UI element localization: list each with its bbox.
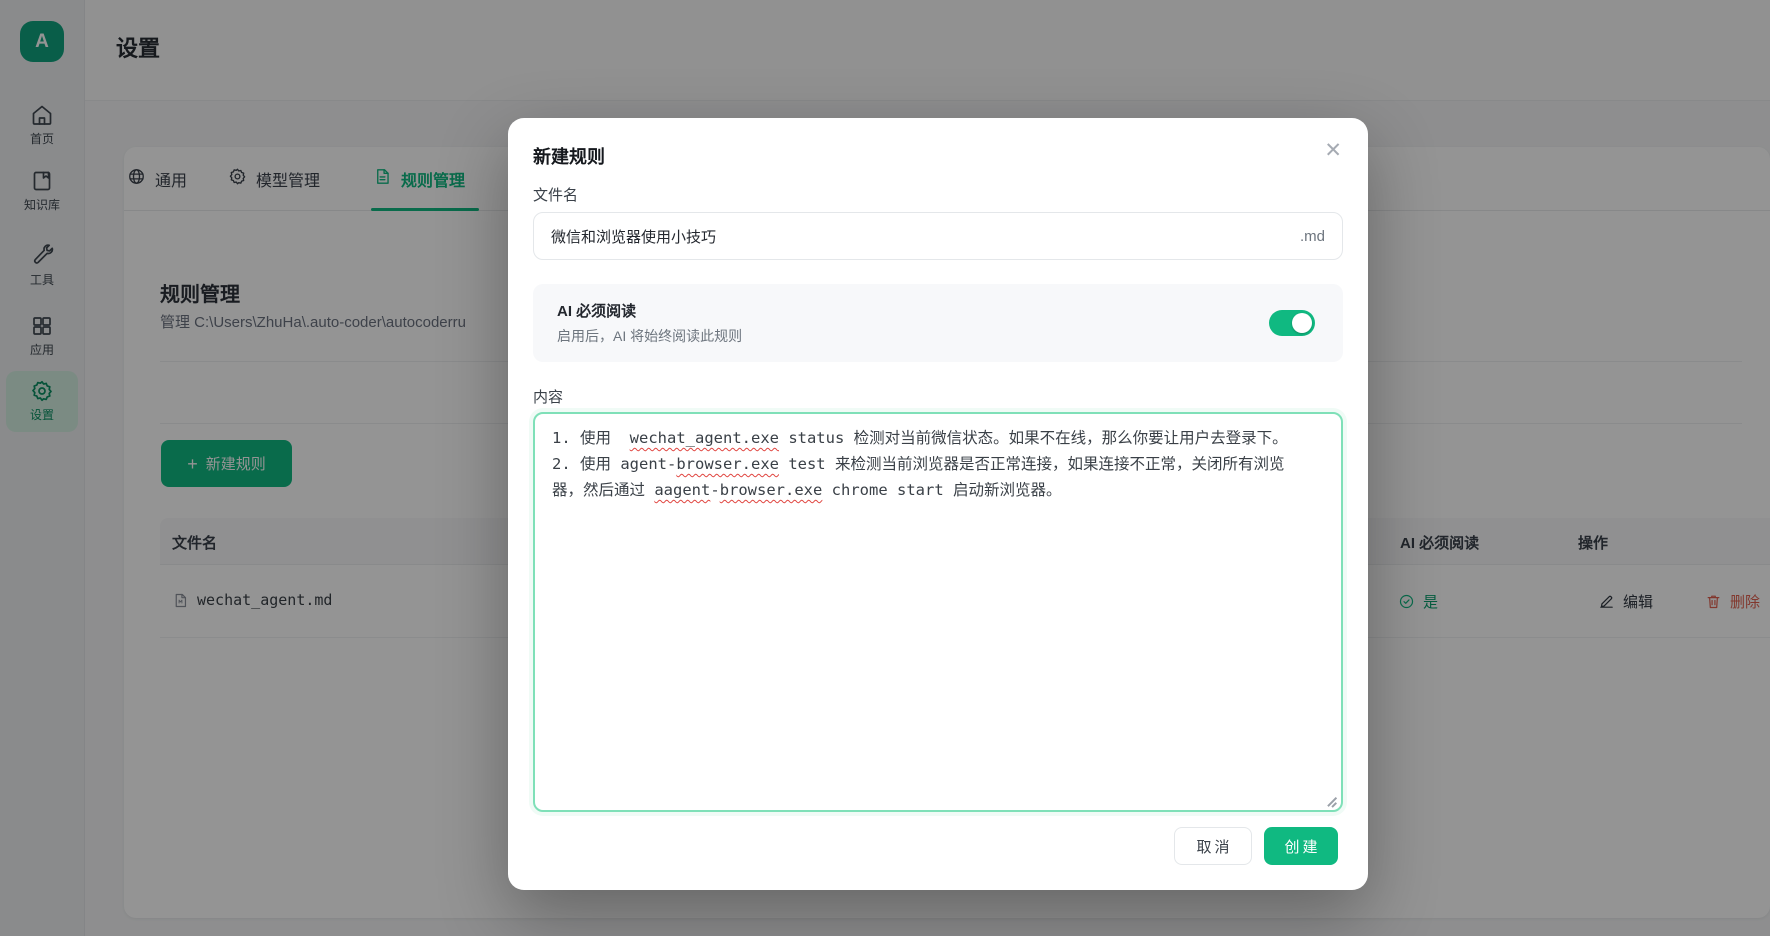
content-textarea[interactable]: 1. 使用 wechat_agent.exe status 检测对当前微信状态。… xyxy=(533,412,1343,812)
create-button[interactable]: 创建 xyxy=(1264,827,1338,865)
toggle-subtitle: 启用后，AI 将始终阅读此规则 xyxy=(557,328,743,344)
app-window: A 首页 知识库 工具 应用 设置 设置 通用 模型管理 规则管理 规则管理 管… xyxy=(0,0,1770,936)
content-text: 1. 使用 wechat_agent.exe status 检测对当前微信状态。… xyxy=(552,429,1288,499)
filename-input[interactable] xyxy=(534,227,1300,245)
ai-required-toggle-row: AI 必须阅读 启用后，AI 将始终阅读此规则 xyxy=(533,284,1343,362)
misspelled-text: wechat_agent.exe xyxy=(629,429,779,447)
filename-suffix: .md xyxy=(1299,227,1325,245)
cancel-button[interactable]: 取消 xyxy=(1174,827,1252,865)
misspelled-text: aagent xyxy=(654,481,711,499)
resize-handle[interactable] xyxy=(1326,795,1338,807)
ai-required-toggle[interactable] xyxy=(1269,310,1315,336)
new-rule-dialog: 新建规则 ✕ 文件名 .md AI 必须阅读 启用后，AI 将始终阅读此规则 内… xyxy=(508,118,1368,890)
misspelled-text: browser.exe xyxy=(676,455,779,473)
content-label: 内容 xyxy=(533,389,564,406)
misspelled-text: browser.exe xyxy=(719,481,823,499)
dialog-title: 新建规则 xyxy=(533,147,605,167)
filename-input-wrapper: .md xyxy=(533,212,1343,260)
toggle-knob xyxy=(1292,313,1312,333)
filename-label: 文件名 xyxy=(533,187,579,204)
toggle-title: AI 必须阅读 xyxy=(557,303,637,320)
close-icon[interactable]: ✕ xyxy=(1324,140,1342,161)
